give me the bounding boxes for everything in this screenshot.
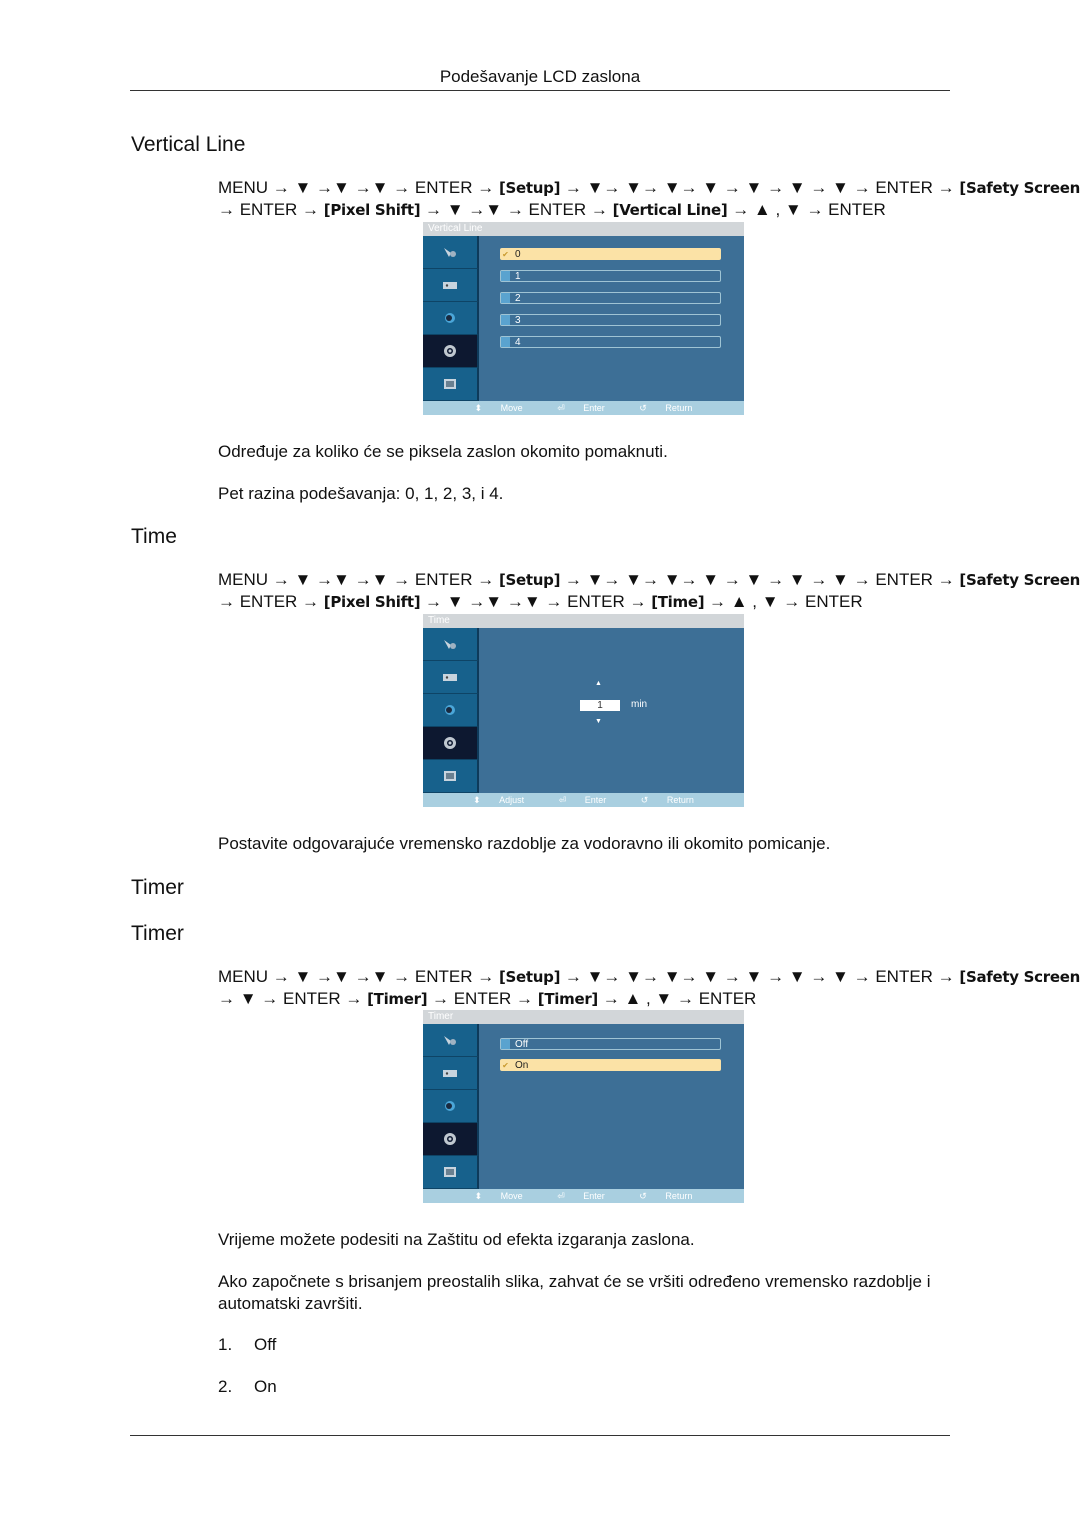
osd-window-timer: Timer Off ✔ On ⬍ Move ⏎ Enter ↺ Return — [423, 1010, 744, 1203]
monitor-icon — [444, 771, 456, 781]
increase-arrow-icon[interactable]: ▲ — [595, 680, 602, 687]
nav-path-timer: MENU → ▼ →▼ →▼ → ENTER → [Setup] → ▼→ ▼→… — [218, 966, 1080, 1010]
osd-menu-color[interactable] — [423, 302, 479, 335]
subsection-heading-timer: Timer — [131, 922, 184, 945]
osd-footer-enter: ⏎ Enter — [558, 795, 607, 805]
osd-option-3[interactable]: 3 — [500, 314, 721, 326]
osd-menu-input[interactable] — [423, 368, 479, 401]
osd-footer: ⬍ Adjust ⏎ Enter ↺ Return — [423, 793, 744, 807]
osd-menu-color[interactable] — [423, 694, 479, 727]
footer-divider — [130, 1435, 950, 1436]
osd-footer-adjust: ⬍ Adjust — [473, 795, 525, 805]
enter-icon: ⏎ — [558, 795, 567, 805]
time-value-field[interactable]: 1 — [580, 700, 620, 711]
section-heading-timer: Timer — [131, 876, 184, 899]
osd-menu-color[interactable] — [423, 1090, 479, 1123]
return-icon: ↺ — [639, 403, 647, 413]
timer-description-2: Ako započnete s brisanjem preostalih sli… — [218, 1272, 931, 1313]
osd-menu-input[interactable] — [423, 760, 479, 793]
enter-icon: ⏎ — [557, 403, 565, 413]
osd-footer: ⬍ Move ⏎ Enter ↺ Return — [423, 1189, 744, 1203]
header-divider — [130, 90, 950, 91]
timer-option-list-item-1: 1. Off — [218, 1335, 277, 1354]
osd-option-on[interactable]: ✔ On — [500, 1059, 721, 1071]
osd-option-off[interactable]: Off — [500, 1038, 721, 1050]
osd-footer: ⬍ Move ⏎ Enter ↺ Return — [423, 401, 744, 415]
osd-option-4[interactable]: 4 — [500, 336, 721, 348]
osd-menu-sound[interactable] — [423, 269, 479, 302]
osd-option-1[interactable]: 1 — [500, 270, 721, 282]
osd-menu-setup[interactable] — [423, 335, 479, 368]
disc-icon — [445, 313, 455, 323]
nav-path-time: MENU → ▼ →▼ →▼ → ENTER → [Setup] → ▼→ ▼→… — [218, 569, 1080, 613]
gear-icon — [444, 737, 456, 749]
osd-footer-enter: ⏎ Enter — [557, 403, 605, 413]
monitor-icon — [444, 1167, 456, 1177]
osd-menu-picture[interactable] — [423, 628, 479, 661]
satellite-icon — [444, 248, 456, 257]
page-header-title: Podešavanje LCD zaslona — [439, 67, 641, 86]
gear-icon — [444, 345, 456, 357]
osd-window-vertical-line: Vertical Line ✔ 0 1 2 3 4 ⬍ Move ⏎ Enter … — [423, 222, 744, 415]
nav-path-line-1: MENU → ▼ →▼ →▼ → ENTER → [Setup] → ▼→ ▼→… — [218, 178, 1080, 197]
osd-menu-setup[interactable] — [423, 1123, 479, 1156]
osd-title: Time — [423, 614, 744, 628]
osd-footer-move: ⬍ Move — [474, 403, 523, 413]
osd-menu-setup[interactable] — [423, 727, 479, 760]
monitor-icon — [444, 379, 456, 389]
disc-icon — [445, 705, 455, 715]
time-unit-label: min — [631, 699, 648, 710]
disc-icon — [445, 1101, 455, 1111]
return-icon: ↺ — [639, 1191, 647, 1201]
osd-menu-input[interactable] — [423, 1156, 479, 1189]
satellite-icon — [444, 1036, 456, 1045]
nav-path-line-1: MENU → ▼ →▼ →▼ → ENTER → [Setup] → ▼→ ▼→… — [218, 570, 1080, 589]
osd-sidebar — [423, 236, 479, 401]
osd-footer-return: ↺ Return — [639, 1191, 693, 1201]
display-card-icon — [443, 674, 457, 681]
nav-path-line-2: → ENTER → [Pixel Shift] → ▼ →▼ → ENTER →… — [218, 200, 886, 219]
osd-title: Timer — [423, 1010, 744, 1024]
section-heading-time: Time — [131, 525, 177, 548]
up-down-icon: ⬍ — [474, 1191, 483, 1201]
nav-path-line-2: → ▼ → ENTER → [Timer] → ENTER → [Timer] … — [218, 989, 757, 1008]
osd-title: Vertical Line — [423, 222, 744, 236]
osd-option-2[interactable]: 2 — [500, 292, 721, 304]
nav-path-line-1: MENU → ▼ →▼ →▼ → ENTER → [Setup] → ▼→ ▼→… — [218, 967, 1080, 986]
osd-menu-sound[interactable] — [423, 661, 479, 694]
osd-menu-picture[interactable] — [423, 236, 479, 269]
osd-menu-sound[interactable] — [423, 1057, 479, 1090]
osd-sidebar — [423, 1024, 479, 1189]
time-description: Postavite odgovarajuće vremensko razdobl… — [218, 834, 831, 853]
osd-footer-return: ↺ Return — [639, 403, 693, 413]
vertical-line-levels: Pet razina podešavanja: 0, 1, 2, 3, i 4. — [218, 484, 504, 503]
section-heading-vertical-line: Vertical Line — [131, 133, 246, 156]
gear-icon — [444, 1133, 456, 1145]
enter-icon: ⏎ — [557, 1191, 565, 1201]
osd-sidebar — [423, 628, 479, 793]
check-icon: ✔ — [502, 1061, 509, 1070]
osd-window-time: Time ▲ 1 min ▼ ⬍ Adjust ⏎ Enter ↺ Return — [423, 614, 744, 807]
return-icon: ↺ — [640, 795, 649, 805]
vertical-line-description: Određuje za koliko će se piksela zaslon … — [218, 442, 668, 461]
nav-path-line-2: → ENTER → [Pixel Shift] → ▼ →▼ →▼ → ENTE… — [218, 592, 863, 611]
decrease-arrow-icon[interactable]: ▼ — [595, 718, 602, 725]
osd-menu-picture[interactable] — [423, 1024, 479, 1057]
satellite-icon — [444, 640, 456, 649]
timer-description-1: Vrijeme možete podesiti na Zaštitu od ef… — [218, 1230, 695, 1249]
osd-footer-enter: ⏎ Enter — [557, 1191, 605, 1201]
up-down-icon: ⬍ — [474, 403, 483, 413]
display-card-icon — [443, 282, 457, 289]
osd-option-0[interactable]: ✔ 0 — [500, 248, 721, 260]
osd-footer-return: ↺ Return — [640, 795, 694, 805]
timer-option-list-item-2: 2. On — [218, 1377, 277, 1396]
check-icon: ✔ — [502, 250, 509, 259]
osd-footer-move: ⬍ Move — [474, 1191, 523, 1201]
up-down-icon: ⬍ — [473, 795, 481, 805]
nav-path-vertical-line: MENU → ▼ →▼ →▼ → ENTER → [Setup] → ▼→ ▼→… — [218, 177, 1080, 221]
display-card-icon — [443, 1070, 457, 1077]
